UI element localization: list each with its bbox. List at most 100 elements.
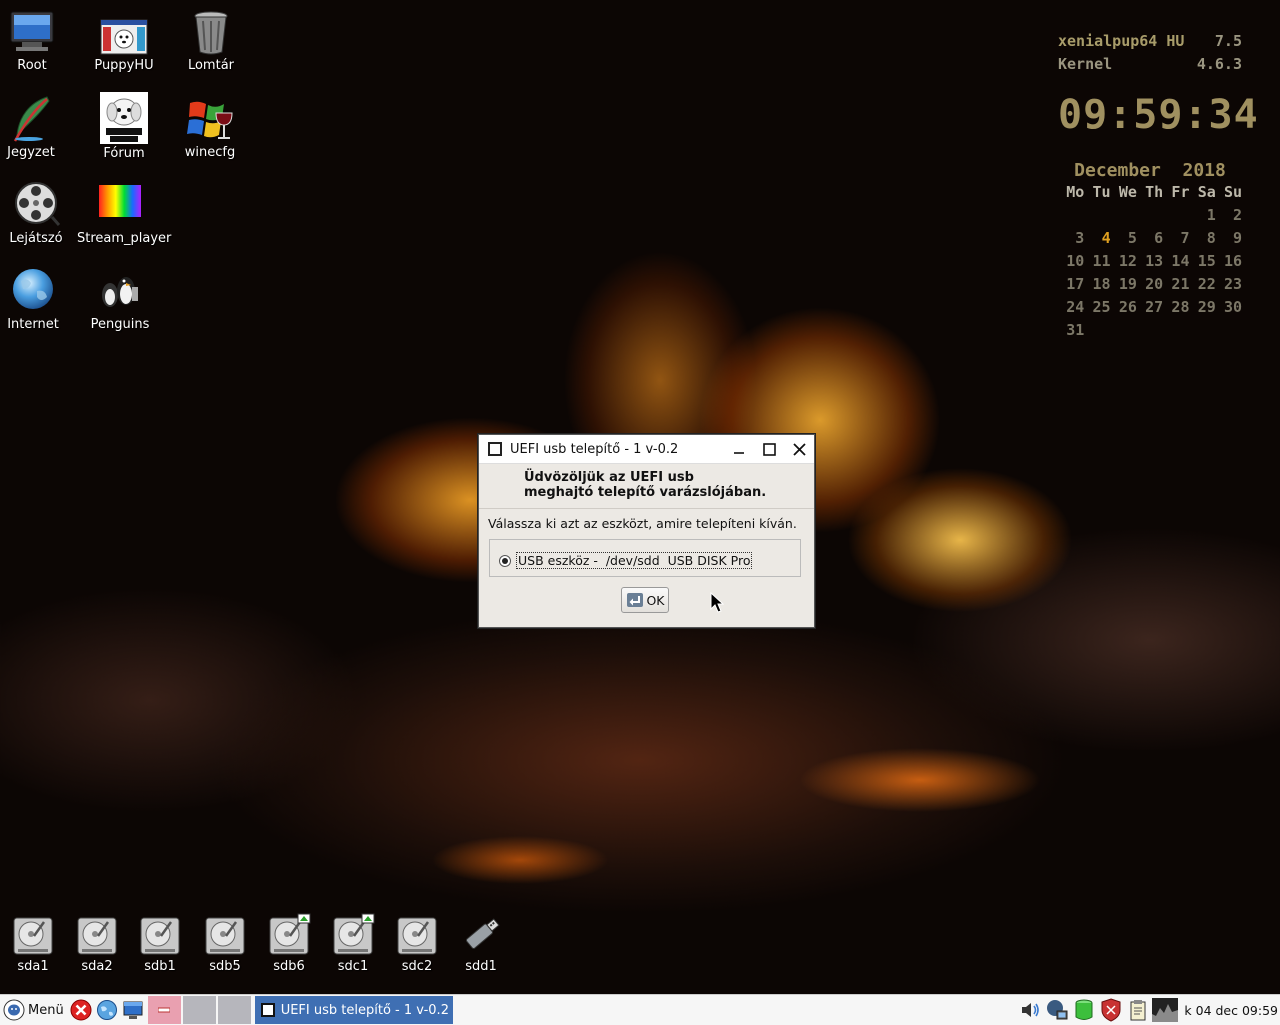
firewall-tray[interactable]	[1098, 997, 1124, 1023]
drive-icon-sdd1[interactable]: sdd1	[452, 912, 510, 975]
drive-icon-sdb6[interactable]: sdb6	[260, 912, 318, 975]
start-menu-button[interactable]: Menü	[0, 999, 64, 1021]
desktop-icon-label: Internet	[7, 317, 59, 332]
cpu-monitor-tray[interactable]	[1152, 997, 1179, 1023]
device-option[interactable]: USB eszköz - /dev/sdd USB DISK Pro	[499, 552, 753, 569]
drive-label: sdb6	[273, 959, 305, 974]
wine-glass-icon	[186, 95, 234, 143]
calendar-day: 7	[1180, 229, 1190, 247]
device-radio[interactable]	[499, 554, 511, 567]
drive-icon-sdb5[interactable]: sdb5	[196, 912, 254, 975]
workspace-2[interactable]	[182, 996, 216, 1024]
window-icon	[260, 1003, 275, 1017]
calendar-day: 12	[1118, 252, 1137, 270]
kernel-version: 4.6.3	[1196, 55, 1242, 73]
device-list[interactable]: USB eszköz - /dev/sdd USB DISK Pro	[489, 539, 801, 577]
drive-label: sdc2	[401, 959, 433, 974]
dialog-titlebar[interactable]: UEFI usb telepítő - 1 v-0.2	[479, 435, 814, 464]
taskbar-clock[interactable]: k 04 dec 09:59	[1178, 1003, 1280, 1018]
calendar-day: 25	[1092, 298, 1111, 316]
calendar-day: 3	[1075, 229, 1085, 247]
minimized-window-icon	[158, 1007, 171, 1013]
workspace-1[interactable]	[147, 996, 181, 1024]
welcome-text: Üdvözöljük az UEFI usb meghajtó telepítő…	[479, 464, 814, 509]
calendar-day	[1163, 204, 1189, 227]
desktop-icon-stream-player[interactable]: Stream_player	[77, 181, 171, 246]
desktop-icon-lomtar[interactable]: Lomtár	[168, 8, 254, 73]
drive-graphic	[330, 912, 376, 958]
calendar-day	[1084, 204, 1110, 227]
desktop-icon-penguins[interactable]: Penguins	[77, 267, 163, 332]
desktop-icon-label: Penguins	[90, 317, 150, 332]
color-spectrum-icon	[96, 181, 144, 229]
minimize-icon	[734, 452, 744, 454]
device-option-label: USB eszköz - /dev/sdd USB DISK Pro	[516, 552, 753, 569]
clipboard-tray[interactable]	[1125, 997, 1151, 1023]
desktop-icon-forum[interactable]: Fórum	[81, 92, 167, 161]
calendar-week: 10 11 12 13 14 15 16	[1058, 250, 1242, 273]
calendar-day: 4	[1101, 229, 1111, 247]
shield-icon	[1101, 998, 1121, 1022]
drive-label: sda2	[81, 959, 113, 974]
drive-icon-sda2[interactable]: sda2	[68, 912, 126, 975]
drive-label: sdd1	[465, 959, 497, 974]
desktop-icon-winecfg[interactable]: winecfg	[167, 95, 253, 160]
volume-tray[interactable]	[1017, 997, 1043, 1023]
calendar-day: 29	[1197, 298, 1216, 316]
globe-icon	[9, 267, 57, 315]
cpu-graph-icon	[1152, 998, 1179, 1022]
calendar-day	[1137, 319, 1163, 342]
drive-graphic	[266, 912, 312, 958]
clipboard-icon	[1130, 1000, 1146, 1021]
calendar-day: 28	[1171, 298, 1190, 316]
quicklaunch-close[interactable]	[70, 999, 92, 1021]
conky-clock: 09:59:34	[1058, 92, 1259, 138]
device-prompt: Válassza ki azt az eszközt, amire telepí…	[488, 516, 797, 531]
desktop-icon-label: PuppyHU	[94, 58, 154, 73]
calendar-weekday: Sa	[1197, 183, 1216, 201]
desktop-icon-jegyzet[interactable]: Jegyzet	[0, 95, 74, 160]
drive-icon-sdc2[interactable]: sdc2	[388, 912, 446, 975]
calendar-day: 27	[1145, 298, 1164, 316]
close-button[interactable]	[784, 435, 814, 463]
dialog-title: UEFI usb telepítő - 1 v-0.2	[510, 441, 679, 457]
drive-graphic	[394, 912, 440, 958]
desktop-icon-root[interactable]: Root	[0, 8, 75, 73]
usb-stick-icon	[465, 918, 500, 949]
maximize-button[interactable]	[754, 435, 784, 463]
calendar-day: 5	[1127, 229, 1137, 247]
uefi-installer-dialog[interactable]: UEFI usb telepítő - 1 v-0.2 Üdvözöljük a…	[478, 434, 815, 628]
calendar-day: 24	[1066, 298, 1085, 316]
minimize-button[interactable]	[724, 435, 754, 463]
calendar-day: 10	[1066, 252, 1085, 270]
calendar-weekday: Mo	[1066, 183, 1085, 201]
desktop-icon-lejatszo[interactable]: Lejátszó	[0, 181, 79, 246]
quicklaunch-browser[interactable]	[96, 999, 118, 1021]
drive-icon-sdb1[interactable]: sdb1	[131, 912, 189, 975]
drive-icon-sda1[interactable]: sda1	[4, 912, 62, 975]
mouse-pointer-icon	[710, 592, 724, 613]
workspace-3[interactable]	[217, 996, 251, 1024]
speaker-icon	[1022, 1003, 1040, 1017]
network-tray[interactable]	[1044, 997, 1070, 1023]
film-reel-icon	[12, 181, 61, 229]
quicklaunch-desktop[interactable]	[122, 999, 144, 1021]
maximize-icon	[762, 442, 776, 456]
drive-icon-sdc1[interactable]: sdc1	[324, 912, 382, 975]
calendar-day: 13	[1145, 252, 1164, 270]
desktop-icon-puppyhu[interactable]: PuppyHU	[81, 8, 167, 73]
calendar-day	[1137, 204, 1163, 227]
hard-drive-icon	[205, 917, 245, 955]
show-desktop-icon	[123, 1001, 143, 1019]
ok-button[interactable]: OK	[621, 587, 669, 613]
desktop-icon-internet[interactable]: Internet	[0, 267, 76, 332]
taskbar-task-uefi-installer[interactable]: UEFI usb telepítő - 1 v-0.2	[254, 996, 453, 1024]
calendar-day: 17	[1066, 275, 1085, 293]
calendar-day	[1189, 319, 1215, 342]
calendar-day	[1111, 204, 1137, 227]
calendar-day: 26	[1118, 298, 1137, 316]
distro-row: xenialpup64 HU 7.5	[1058, 30, 1242, 53]
storage-tray[interactable]	[1071, 997, 1097, 1023]
quill-icon	[7, 95, 55, 143]
calendar-day: 11	[1092, 252, 1111, 270]
